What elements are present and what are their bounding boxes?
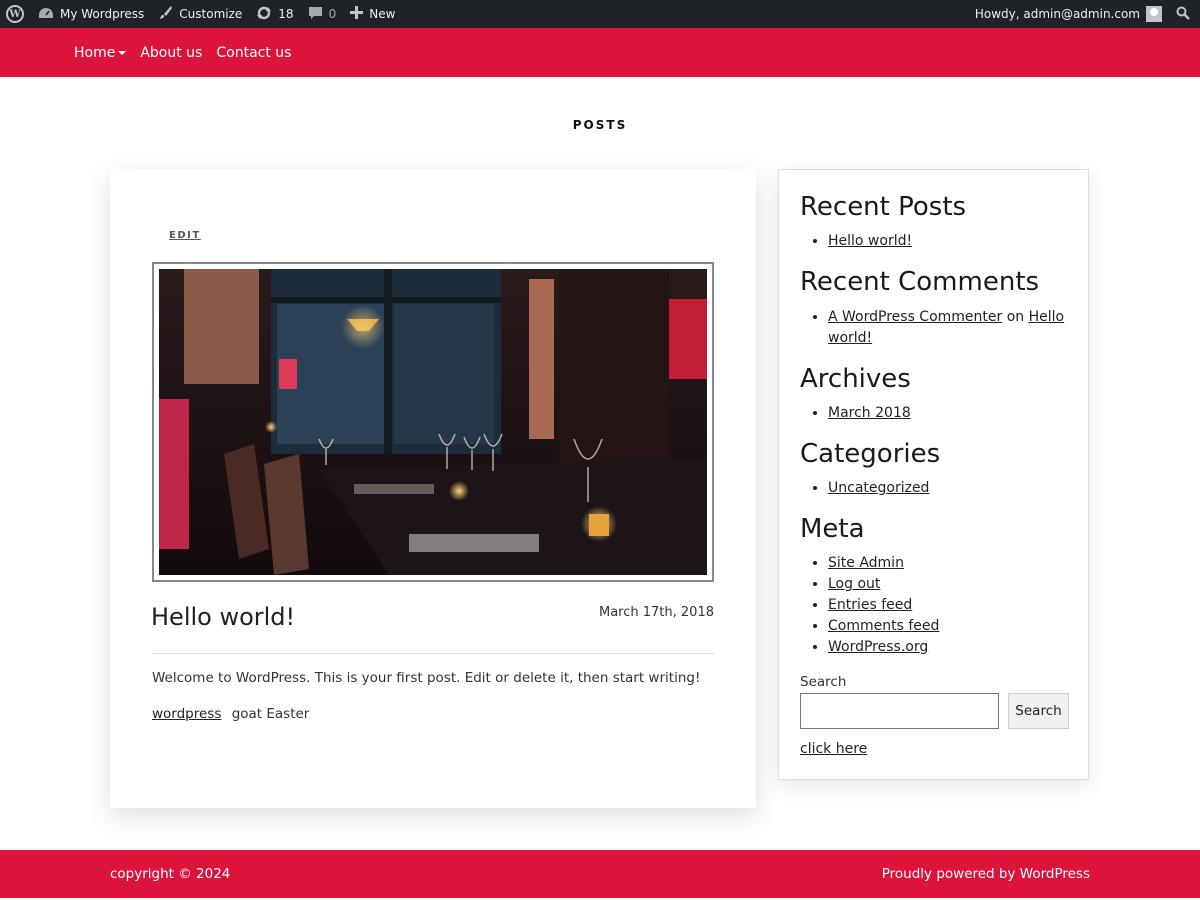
nav-item-about-us[interactable]: About us	[140, 45, 202, 61]
comment-bubble-icon	[308, 6, 323, 23]
nav-menu: Home About us Contact us	[74, 45, 291, 61]
widget-title-recent-posts: Recent Posts	[800, 192, 967, 222]
list-item: Log out	[828, 574, 939, 595]
my-account-menu[interactable]: Howdy, admin@admin.com	[968, 0, 1169, 28]
meta-link-wordpress-org[interactable]: WordPress.org	[828, 639, 928, 655]
widget-title-archives: Archives	[800, 364, 911, 394]
post-card: EDIT Hello world! March 17th, 2018 Welco…	[110, 169, 756, 808]
howdy-label: Howdy, admin@admin.com	[974, 7, 1140, 21]
primary-navigation: Home About us Contact us	[0, 28, 1200, 77]
sidebar: Recent Posts Hello world! Recent Comment…	[778, 169, 1089, 780]
meta-link-entries-feed[interactable]: Entries feed	[828, 597, 912, 613]
recent-comments-list: A WordPress Commenter on Hello world!	[800, 307, 1068, 349]
powered-by-link[interactable]: Proudly powered by WordPress	[882, 866, 1090, 882]
tag-link-wordpress[interactable]: wordpress	[152, 706, 221, 722]
site-footer: copyright © 2024 Proudly powered by Word…	[0, 850, 1200, 898]
copyright-text: copyright © 2024	[110, 866, 231, 882]
widget-title-meta: Meta	[800, 514, 865, 544]
meta-link-site-admin[interactable]: Site Admin	[828, 555, 904, 571]
list-item: Comments feed	[828, 616, 939, 637]
comments-menu[interactable]: 0	[301, 0, 344, 28]
admin-search-toggle[interactable]	[1169, 0, 1200, 28]
post-date: March 17th, 2018	[599, 605, 714, 620]
post-excerpt: Welcome to WordPress. This is your first…	[152, 670, 701, 686]
post-tags: wordpress goat Easter	[152, 706, 309, 722]
search-button[interactable]: Search	[1008, 693, 1069, 729]
site-name-menu[interactable]: My Wordpress	[31, 0, 151, 28]
post-title[interactable]: Hello world!	[151, 603, 295, 631]
dashboard-icon	[38, 6, 54, 23]
plus-icon	[350, 6, 364, 22]
customize-menu[interactable]: Customize	[151, 0, 249, 28]
list-item: WordPress.org	[828, 637, 939, 658]
page-title: POSTS	[572, 118, 628, 132]
categories-list: Uncategorized	[800, 478, 929, 499]
meta-link-log-out[interactable]: Log out	[828, 576, 880, 592]
list-item: Site Admin	[828, 553, 939, 574]
category-link[interactable]: Uncategorized	[828, 480, 929, 496]
customize-label: Customize	[179, 7, 243, 21]
search-label: Search	[800, 674, 847, 690]
wordpress-logo-icon: W	[6, 5, 24, 23]
featured-image[interactable]	[152, 262, 714, 582]
comments-count: 0	[328, 7, 337, 21]
divider	[152, 653, 714, 654]
archive-link[interactable]: March 2018	[828, 405, 911, 421]
brush-icon	[158, 5, 173, 23]
archives-list: March 2018	[800, 403, 911, 424]
search-input[interactable]	[800, 693, 999, 729]
list-item: March 2018	[828, 403, 911, 424]
admin-bar-left: W My Wordpress Customize 18 0 New	[0, 0, 402, 28]
search-icon	[1176, 6, 1190, 23]
comment-author-link[interactable]: A WordPress Commenter	[828, 309, 1002, 325]
tags-text: goat Easter	[231, 706, 310, 722]
widget-title-recent-comments: Recent Comments	[800, 267, 1040, 297]
recent-posts-list: Hello world!	[800, 231, 912, 252]
updates-count: 18	[278, 7, 294, 21]
comment-on-text: on	[1006, 309, 1025, 325]
widget-title-categories: Categories	[800, 439, 941, 469]
nav-item-contact-us[interactable]: Contact us	[216, 45, 291, 61]
recent-post-link[interactable]: Hello world!	[828, 233, 912, 249]
wordpress-logo-menu[interactable]: W	[0, 0, 31, 28]
meta-link-comments-feed[interactable]: Comments feed	[828, 618, 939, 634]
avatar	[1146, 6, 1162, 22]
site-name-label: My Wordpress	[60, 7, 145, 21]
list-item: A WordPress Commenter on Hello world!	[828, 307, 1068, 349]
list-item: Entries feed	[828, 595, 939, 616]
updates-icon	[256, 5, 272, 24]
admin-bar-right: Howdy, admin@admin.com	[968, 0, 1200, 28]
edit-post-link[interactable]: EDIT	[169, 230, 201, 241]
nav-item-label: Home	[74, 44, 116, 61]
caret-down-icon	[118, 50, 127, 55]
list-item: Hello world!	[828, 231, 912, 252]
list-item: Uncategorized	[828, 478, 929, 499]
new-content-menu[interactable]: New	[343, 0, 402, 28]
click-here-link[interactable]: click here	[800, 741, 867, 757]
meta-list: Site Admin Log out Entries feed Comments…	[800, 553, 939, 658]
updates-menu[interactable]: 18	[249, 0, 300, 28]
restaurant-photo	[159, 269, 707, 575]
nav-item-home[interactable]: Home	[74, 44, 127, 61]
admin-bar: W My Wordpress Customize 18 0 New Howdy,…	[0, 0, 1200, 28]
new-label: New	[369, 7, 396, 21]
